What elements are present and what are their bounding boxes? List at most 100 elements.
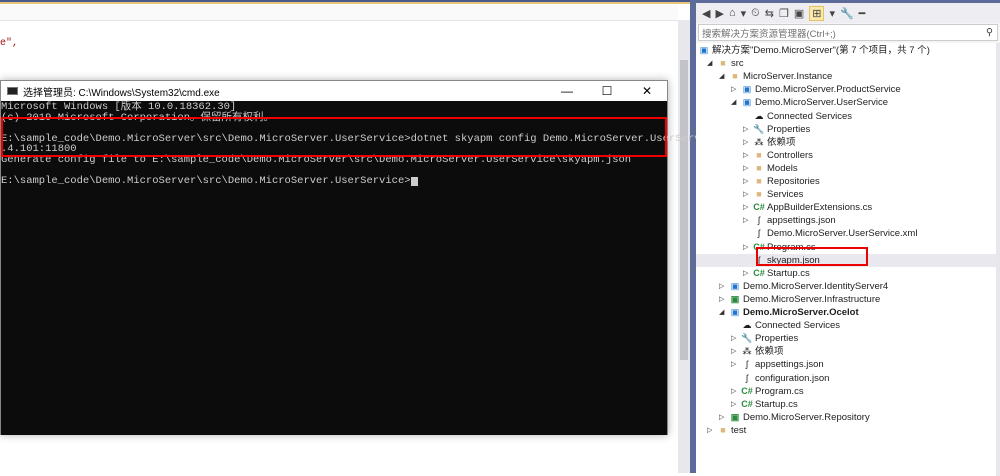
folder-icon: ■ xyxy=(756,176,762,186)
tree-item-label: Demo.MicroServer.ProductService xyxy=(755,84,901,96)
expand-arrow-icon[interactable]: ▷ xyxy=(731,345,739,358)
search-input[interactable]: 搜索解决方案资源管理器(Ctrl+;) xyxy=(702,26,836,40)
expand-arrow-icon[interactable]: ▷ xyxy=(731,358,739,371)
editor-scrollbar[interactable] xyxy=(678,20,690,473)
expand-arrow-icon[interactable]: ▷ xyxy=(719,280,727,293)
tree-item[interactable]: ☁ Connected Services xyxy=(696,319,996,332)
solution-explorer-toolbar: ◀ ▶ ⌂ ▾ ⏲ ⇆ ❐ ▣ ⊞ ▾ 🔧 ━ xyxy=(696,3,1000,23)
close-button[interactable]: ✕ xyxy=(627,84,667,98)
tree-item[interactable]: ▷ C# AppBuilderExtensions.cs xyxy=(696,201,996,214)
toolbar-button[interactable]: ▾ xyxy=(741,7,747,20)
expand-arrow-icon[interactable]: ▷ xyxy=(743,201,751,214)
expand-arrow-icon[interactable]: ▷ xyxy=(743,149,751,162)
search-icon[interactable]: ⚲ xyxy=(986,27,993,38)
tree-item[interactable]: ▣ 解决方案"Demo.MicroServer"(第 7 个项目，共 7 个) xyxy=(696,44,996,57)
expand-arrow-icon[interactable]: ▷ xyxy=(719,293,727,306)
tree-item[interactable]: ▷ ʃ appsettings.json xyxy=(696,214,996,227)
tree-item[interactable]: ▷ ■ Services xyxy=(696,188,996,201)
tree-item[interactable]: ▷ ▣ Demo.MicroServer.ProductService xyxy=(696,83,996,96)
toolbar-button[interactable]: ⏲ xyxy=(751,7,760,20)
minimize-button[interactable]: — xyxy=(547,84,587,98)
toolbar-button[interactable]: 🔧 xyxy=(840,7,854,20)
collapse-arrow-icon[interactable]: ◢ xyxy=(731,96,739,109)
tree-item-label: Properties xyxy=(755,333,799,345)
tree-item[interactable]: ▷ C# Startup.cs xyxy=(696,267,996,280)
toolbar-button[interactable]: ▣ xyxy=(794,7,804,20)
highlight-box xyxy=(756,247,868,266)
toolbar-button[interactable]: ━ xyxy=(859,7,866,20)
expand-arrow-icon[interactable]: ▷ xyxy=(731,385,739,398)
navigation-bar[interactable] xyxy=(0,5,678,21)
tree-item-label: 依赖项 xyxy=(767,136,796,148)
web-project-icon: ▣ xyxy=(742,84,752,95)
tree-item[interactable]: ▷ ʃ appsettings.json xyxy=(696,358,996,371)
web-project-icon: ▣ xyxy=(730,307,740,317)
toolbar-button[interactable]: ⊞ xyxy=(809,5,825,21)
tree-item[interactable]: ▷ C# Program.cs xyxy=(696,385,996,398)
tree-item[interactable]: ☁ Connected Services xyxy=(696,110,996,123)
tree-item[interactable]: ▷ C# Startup.cs xyxy=(696,398,996,411)
expand-arrow-icon[interactable]: ▷ xyxy=(743,162,751,175)
maximize-button[interactable]: ☐ xyxy=(587,84,627,98)
cloud-icon: ☁ xyxy=(742,320,752,331)
tree-item[interactable]: ▷ ⁂ 依赖项 xyxy=(696,136,996,149)
tree-item[interactable]: ▷ ■ Repositories xyxy=(696,175,996,188)
tree-item[interactable]: ▷ ■ Controllers xyxy=(696,149,996,162)
collapse-arrow-icon[interactable]: ◢ xyxy=(719,306,727,319)
console-line: Microsoft Windows [版本 10.0.18362.30] xyxy=(1,101,237,113)
tree-item[interactable]: ▷ ▣ Demo.MicroServer.Repository xyxy=(696,411,996,424)
tree-item[interactable]: ◢ ■ MicroServer.Instance xyxy=(696,70,996,83)
web-project-icon: ▣ xyxy=(742,97,752,108)
json-icon: ʃ xyxy=(746,372,748,383)
collapse-arrow-icon[interactable]: ◢ xyxy=(719,70,727,83)
expand-arrow-icon[interactable]: ▷ xyxy=(731,332,739,345)
expand-arrow-icon[interactable]: ▷ xyxy=(743,267,751,280)
expand-arrow-icon[interactable]: ▷ xyxy=(731,83,739,96)
expand-arrow-icon[interactable]: ▷ xyxy=(743,241,751,254)
folder-icon: ■ xyxy=(720,424,726,435)
expand-arrow-icon[interactable]: ▷ xyxy=(743,188,751,201)
tree-item[interactable]: ʃ Demo.MicroServer.UserService.xml xyxy=(696,227,996,240)
toolbar-button[interactable]: ⌂ xyxy=(729,7,736,19)
expand-arrow-icon[interactable]: ▷ xyxy=(731,398,739,411)
tree-item[interactable]: ▷ 🔧 Properties xyxy=(696,123,996,136)
tree-item[interactable]: ▷ 🔧 Properties xyxy=(696,332,996,345)
tree-item[interactable]: ▷ ⁂ 依赖项 xyxy=(696,345,996,358)
toolbar-button[interactable]: ◀ xyxy=(702,7,710,20)
search-box[interactable]: 搜索解决方案资源管理器(Ctrl+;) ⚲ xyxy=(698,24,998,41)
tree-item-label: Demo.MicroServer.UserService.xml xyxy=(767,228,918,240)
tree-item[interactable]: ▷ ■ Models xyxy=(696,162,996,175)
scrollbar-thumb[interactable] xyxy=(680,60,688,360)
tree-item[interactable]: ◢ ▣ Demo.MicroServer.UserService xyxy=(696,96,996,109)
tree-item[interactable]: ʃ configuration.json xyxy=(696,372,996,385)
tree-item-label: Repositories xyxy=(767,176,820,187)
tree-item[interactable]: ◢ ■ src xyxy=(696,57,996,70)
expand-arrow-icon[interactable]: ▷ xyxy=(743,214,751,227)
folder-icon: ■ xyxy=(756,149,762,160)
expand-arrow-icon[interactable]: ▷ xyxy=(707,424,715,437)
xml-icon: ʃ xyxy=(758,228,760,239)
expand-arrow-icon[interactable]: ▷ xyxy=(743,136,751,149)
toolbar-button[interactable]: ▾ xyxy=(829,7,835,20)
tree-item[interactable]: ◢ ▣ Demo.MicroServer.Ocelot xyxy=(696,306,996,319)
collapse-arrow-icon[interactable]: ◢ xyxy=(707,57,715,70)
cmd-window[interactable]: 选择管理员: C:\Windows\System32\cmd.exe — ☐ ✕… xyxy=(0,80,742,435)
tree-item[interactable]: ▷ ▣ Demo.MicroServer.Infrastructure xyxy=(696,293,996,306)
tree-item-label: Connected Services xyxy=(755,320,841,332)
tree-item-label: configuration.json xyxy=(755,372,830,384)
toolbar-button[interactable]: ⇆ xyxy=(765,7,774,20)
web-project-icon: ▣ xyxy=(730,280,740,291)
toolbar-button[interactable]: ❐ xyxy=(779,7,789,20)
tree-item-label: Program.cs xyxy=(755,385,804,397)
tree-item[interactable]: ▷ ■ test xyxy=(696,424,996,437)
tree-scrollbar[interactable] xyxy=(996,43,1000,476)
json-icon: ʃ xyxy=(758,215,760,226)
folder-icon: ■ xyxy=(720,58,726,69)
tree-item[interactable]: ▷ ▣ Demo.MicroServer.IdentityServer4 xyxy=(696,280,996,293)
wrench-icon: 🔧 xyxy=(753,123,765,134)
expand-arrow-icon[interactable]: ▷ xyxy=(743,123,751,136)
toolbar-button[interactable]: ▶ xyxy=(715,7,723,20)
expand-arrow-icon[interactable]: ▷ xyxy=(719,411,727,424)
cmd-title-bar[interactable]: 选择管理员: C:\Windows\System32\cmd.exe — ☐ ✕ xyxy=(1,81,667,101)
expand-arrow-icon[interactable]: ▷ xyxy=(743,175,751,188)
